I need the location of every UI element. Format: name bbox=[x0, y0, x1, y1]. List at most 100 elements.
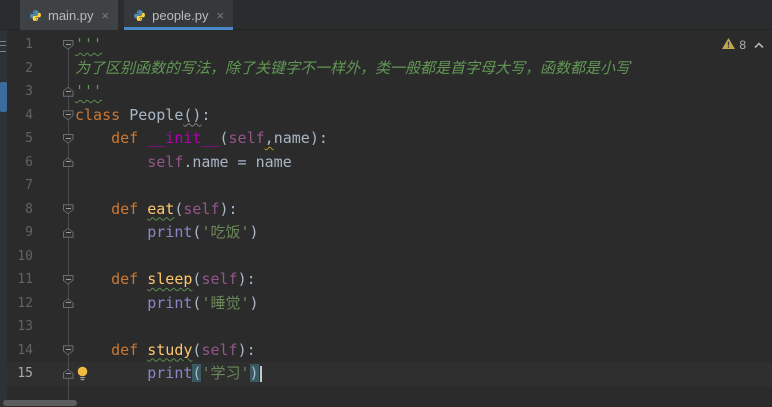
line-number[interactable]: 1 bbox=[7, 37, 33, 52]
code-line[interactable]: 12 print('睡觉') bbox=[7, 292, 772, 316]
code-token: ): bbox=[310, 129, 328, 147]
line-number[interactable]: 6 bbox=[7, 155, 33, 170]
code-token bbox=[75, 200, 111, 218]
code-token: self bbox=[201, 270, 237, 288]
code-line[interactable]: 15 print('学习') bbox=[7, 362, 772, 386]
code-token bbox=[75, 294, 147, 312]
code-token: '睡觉' bbox=[201, 294, 249, 312]
code-token bbox=[75, 223, 147, 241]
line-number[interactable]: 14 bbox=[7, 343, 33, 358]
code-line[interactable]: 10 bbox=[7, 245, 772, 269]
code-token: ) bbox=[250, 223, 259, 241]
code-line[interactable]: 13 bbox=[7, 315, 772, 339]
code-line[interactable]: 6 self.name = name bbox=[7, 151, 772, 175]
code-token: ): bbox=[220, 200, 238, 218]
fold-marker-icon[interactable] bbox=[63, 345, 74, 355]
close-icon[interactable]: × bbox=[102, 9, 110, 22]
code-token bbox=[75, 153, 147, 171]
code-text: class People(): bbox=[75, 104, 210, 128]
code-token: () bbox=[183, 106, 201, 124]
fold-marker-icon[interactable] bbox=[63, 204, 74, 214]
line-number[interactable]: 7 bbox=[7, 178, 33, 193]
line-number[interactable]: 4 bbox=[7, 108, 33, 123]
fold-marker-icon[interactable] bbox=[63, 228, 74, 238]
ide-window: main.py × people.py × 8 bbox=[0, 0, 772, 407]
code-token: ): bbox=[238, 341, 256, 359]
fold-marker-icon[interactable] bbox=[63, 298, 74, 308]
line-number[interactable]: 5 bbox=[7, 131, 33, 146]
code-line[interactable]: 7 bbox=[7, 174, 772, 198]
code-token: 为了区别函数的写法，除了关键字不一样外，类一般都是首字母大写，函数都是小写 bbox=[75, 59, 630, 77]
code-text: def study(self): bbox=[75, 339, 256, 363]
line-number[interactable]: 8 bbox=[7, 202, 33, 217]
line-number[interactable]: 3 bbox=[7, 84, 33, 99]
editor-tab-bar: main.py × people.py × bbox=[0, 0, 772, 30]
code-text: print('睡觉') bbox=[75, 292, 259, 316]
code-token: def bbox=[111, 200, 147, 218]
code-token: def bbox=[111, 270, 147, 288]
code-token: '学习' bbox=[201, 364, 249, 382]
fold-marker-icon[interactable] bbox=[63, 157, 74, 167]
code-text: def sleep(self): bbox=[75, 268, 256, 292]
code-text: print('学习') bbox=[75, 362, 262, 386]
code-token: name bbox=[274, 129, 310, 147]
code-line[interactable]: 3 ''' bbox=[7, 80, 772, 104]
code-text: print('吃饭') bbox=[75, 221, 259, 245]
line-number[interactable]: 15 bbox=[7, 366, 33, 381]
code-token bbox=[75, 341, 111, 359]
text-caret bbox=[260, 366, 262, 382]
code-token: People bbox=[129, 106, 183, 124]
code-token: ''' bbox=[75, 35, 102, 53]
code-text: self.name = name bbox=[75, 151, 292, 175]
tab-main-py[interactable]: main.py × bbox=[20, 0, 118, 30]
intention-bulb-icon[interactable] bbox=[76, 366, 89, 381]
code-text: ''' bbox=[75, 80, 102, 104]
panel-scrollbar-thumb[interactable] bbox=[0, 82, 7, 112]
line-number[interactable]: 2 bbox=[7, 61, 33, 76]
code-text: ''' bbox=[75, 33, 102, 57]
code-line[interactable]: 5 def __init__(self,name): bbox=[7, 127, 772, 151]
code-text: 为了区别函数的写法，除了关键字不一样外，类一般都是首字母大写，函数都是小写 bbox=[75, 57, 630, 81]
code-line[interactable]: 4 class People(): bbox=[7, 104, 772, 128]
fold-marker-icon[interactable] bbox=[63, 40, 74, 50]
line-number[interactable]: 12 bbox=[7, 296, 33, 311]
code-line[interactable]: 11 def sleep(self): bbox=[7, 268, 772, 292]
code-editor[interactable]: 1 ''' 2 为了区别函数的写法，除了关键字不一样外，类一般都是首字母大写，函数都是… bbox=[7, 33, 772, 407]
code-token: self bbox=[201, 341, 237, 359]
code-line[interactable]: 14 def study(self): bbox=[7, 339, 772, 363]
code-text: def __init__(self,name): bbox=[75, 127, 328, 151]
code-token: ): bbox=[238, 270, 256, 288]
fold-marker-icon[interactable] bbox=[63, 87, 74, 97]
code-token: self bbox=[183, 200, 219, 218]
fold-marker-icon[interactable] bbox=[63, 110, 74, 120]
close-icon[interactable]: × bbox=[217, 9, 225, 22]
code-token: self bbox=[229, 129, 265, 147]
fold-marker-icon[interactable] bbox=[63, 369, 74, 379]
code-token: print bbox=[147, 364, 192, 382]
python-file-icon bbox=[29, 9, 42, 22]
structure-lines-icon bbox=[0, 41, 6, 52]
code-token bbox=[75, 270, 111, 288]
tab-people-py[interactable]: people.py × bbox=[124, 0, 233, 30]
code-token: __init__ bbox=[147, 129, 219, 147]
line-number[interactable]: 13 bbox=[7, 319, 33, 334]
code-line[interactable]: 2 为了区别函数的写法，除了关键字不一样外，类一般都是首字母大写，函数都是小写 bbox=[7, 57, 772, 81]
code-token: : bbox=[201, 106, 210, 124]
code-token: ( bbox=[220, 129, 229, 147]
code-line[interactable]: 8 def eat(self): bbox=[7, 198, 772, 222]
code-token: def bbox=[111, 341, 147, 359]
code-line[interactable]: 9 print('吃饭') bbox=[7, 221, 772, 245]
horizontal-scrollbar-thumb[interactable] bbox=[3, 400, 77, 406]
code-token: self bbox=[147, 153, 183, 171]
fold-marker-icon[interactable] bbox=[63, 134, 74, 144]
line-number[interactable]: 9 bbox=[7, 225, 33, 240]
tab-label: people.py bbox=[152, 8, 208, 23]
code-token: study bbox=[147, 341, 192, 359]
line-number[interactable]: 10 bbox=[7, 249, 33, 264]
code-token: eat bbox=[147, 200, 174, 218]
code-token: '吃饭' bbox=[201, 223, 249, 241]
code-line[interactable]: 1 ''' bbox=[7, 33, 772, 57]
code-token: ) bbox=[250, 294, 259, 312]
line-number[interactable]: 11 bbox=[7, 272, 33, 287]
fold-marker-icon[interactable] bbox=[63, 275, 74, 285]
